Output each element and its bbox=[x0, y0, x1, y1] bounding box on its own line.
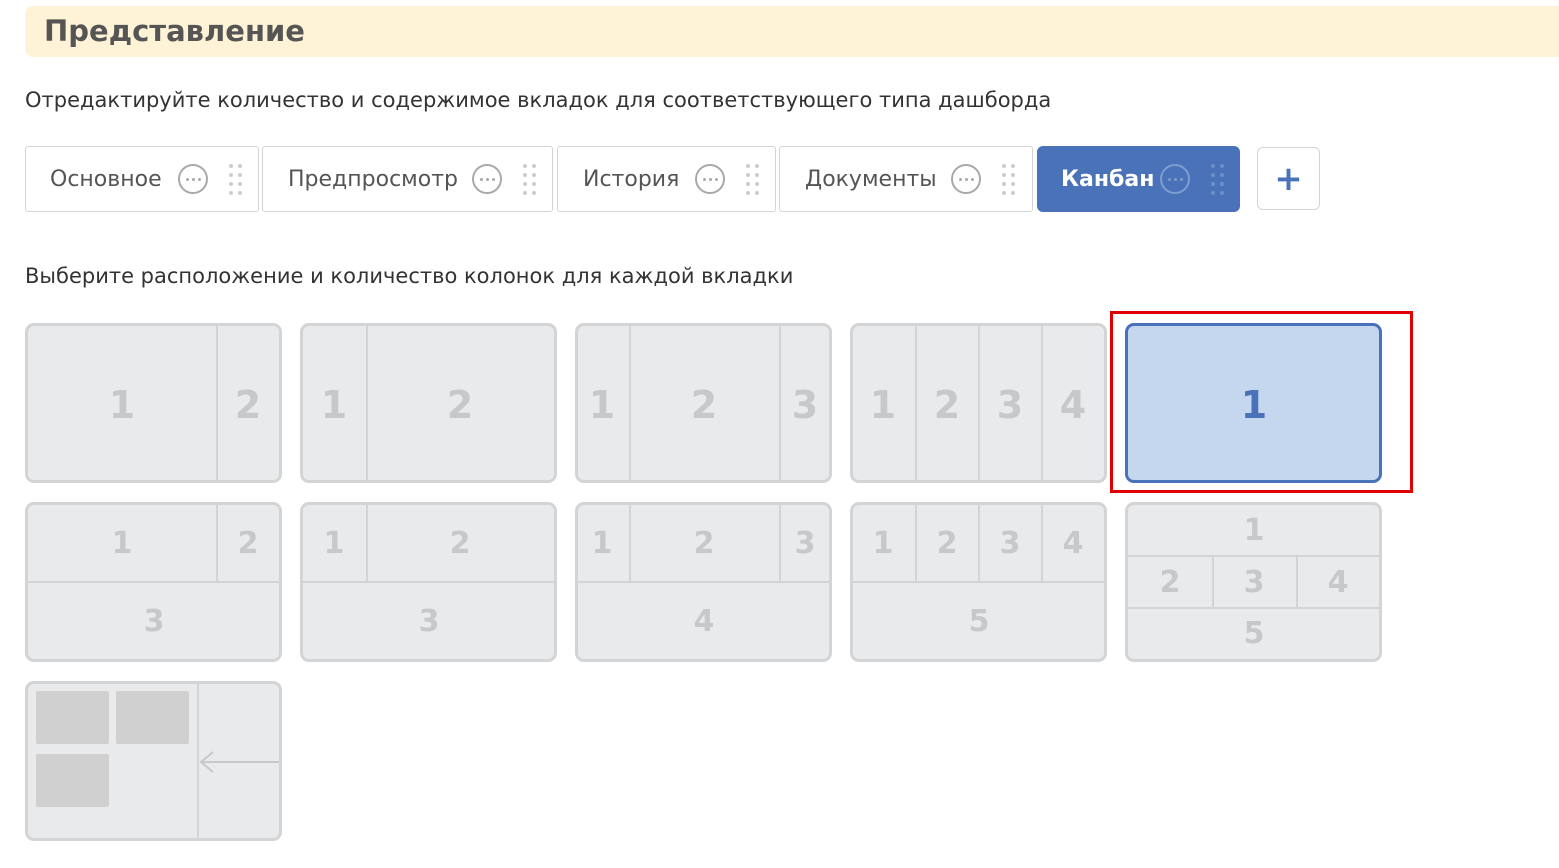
column-number: 1 bbox=[872, 526, 894, 561]
tab-predprosmotr[interactable]: Предпросмотр bbox=[262, 146, 553, 212]
layout-option-9[interactable]: 1 2 3 4 5 bbox=[850, 502, 1107, 662]
plus-icon: + bbox=[1274, 158, 1303, 199]
column-number: 2 bbox=[936, 526, 958, 561]
column-number: 2 bbox=[237, 526, 259, 561]
tab-label: Документы bbox=[805, 166, 937, 192]
layout-option-4[interactable]: 1 2 3 4 bbox=[850, 323, 1107, 483]
column-number: 4 bbox=[1062, 526, 1084, 561]
column-number: 1 bbox=[111, 526, 133, 561]
column-number: 5 bbox=[968, 604, 990, 639]
more-dots-icon[interactable] bbox=[951, 164, 981, 194]
drag-handle-icon[interactable] bbox=[523, 164, 536, 196]
more-dots-icon[interactable] bbox=[472, 164, 502, 194]
selection-highlight bbox=[1110, 311, 1413, 493]
column-number: 1 bbox=[323, 526, 345, 561]
add-tab-button[interactable]: + bbox=[1257, 147, 1320, 210]
layout-option-widgets[interactable] bbox=[25, 681, 282, 841]
layout-description: Выберите расположение и количество колон… bbox=[25, 264, 794, 288]
tab-label: История bbox=[583, 166, 680, 192]
tab-istoriya[interactable]: История bbox=[557, 146, 776, 212]
column-number: 4 bbox=[1059, 383, 1087, 427]
column-number: 3 bbox=[794, 526, 816, 561]
layout-option-10[interactable]: 1 2 3 4 5 bbox=[1125, 502, 1382, 662]
section-header: Представление bbox=[25, 6, 1559, 57]
layout-option-7[interactable]: 1 2 3 bbox=[300, 502, 557, 662]
drag-handle-icon[interactable] bbox=[746, 164, 759, 196]
column-number: 3 bbox=[143, 604, 165, 639]
column-number: 2 bbox=[933, 383, 961, 427]
column-number: 1 bbox=[591, 526, 613, 561]
tabs-description: Отредактируйте количество и содержимое в… bbox=[25, 88, 1052, 112]
section-title: Представление bbox=[44, 14, 305, 48]
more-dots-icon[interactable] bbox=[1160, 164, 1190, 194]
column-number: 2 bbox=[693, 526, 715, 561]
widget-block bbox=[36, 754, 109, 807]
tab-dokumenty[interactable]: Документы bbox=[779, 146, 1033, 212]
column-number: 3 bbox=[1243, 565, 1265, 600]
tab-label: Основное bbox=[50, 166, 162, 192]
tab-label: Канбан bbox=[1061, 166, 1155, 192]
column-number: 3 bbox=[996, 383, 1024, 427]
layout-option-2[interactable]: 1 2 bbox=[300, 323, 557, 483]
column-number: 1 bbox=[108, 383, 136, 427]
column-number: 4 bbox=[693, 604, 715, 639]
widget-block bbox=[116, 691, 189, 744]
column-number: 5 bbox=[1243, 616, 1265, 651]
more-dots-icon[interactable] bbox=[178, 164, 208, 194]
tab-osnovnoe[interactable]: Основное bbox=[25, 146, 259, 212]
layout-option-3[interactable]: 1 2 3 bbox=[575, 323, 832, 483]
layout-option-6[interactable]: 1 2 3 bbox=[25, 502, 282, 662]
column-number: 3 bbox=[999, 526, 1021, 561]
column-number: 2 bbox=[234, 383, 262, 427]
column-number: 1 bbox=[1243, 513, 1265, 548]
more-dots-icon[interactable] bbox=[695, 164, 725, 194]
widget-block bbox=[36, 691, 109, 744]
column-number: 3 bbox=[418, 604, 440, 639]
layout-option-1[interactable]: 1 2 bbox=[25, 323, 282, 483]
tab-kanban[interactable]: Канбан bbox=[1037, 146, 1240, 212]
drag-handle-icon[interactable] bbox=[1211, 164, 1224, 196]
tab-label: Предпросмотр bbox=[288, 166, 458, 192]
column-number: 2 bbox=[446, 383, 474, 427]
column-number: 1 bbox=[869, 383, 897, 427]
column-number: 2 bbox=[1159, 565, 1181, 600]
column-number: 3 bbox=[791, 383, 819, 427]
drag-handle-icon[interactable] bbox=[229, 164, 242, 196]
column-number: 2 bbox=[690, 383, 718, 427]
column-number: 4 bbox=[1327, 565, 1349, 600]
layout-option-8[interactable]: 1 2 3 4 bbox=[575, 502, 832, 662]
column-number: 1 bbox=[588, 383, 616, 427]
column-number: 2 bbox=[449, 526, 471, 561]
column-number: 1 bbox=[320, 383, 348, 427]
drag-handle-icon[interactable] bbox=[1002, 164, 1015, 196]
